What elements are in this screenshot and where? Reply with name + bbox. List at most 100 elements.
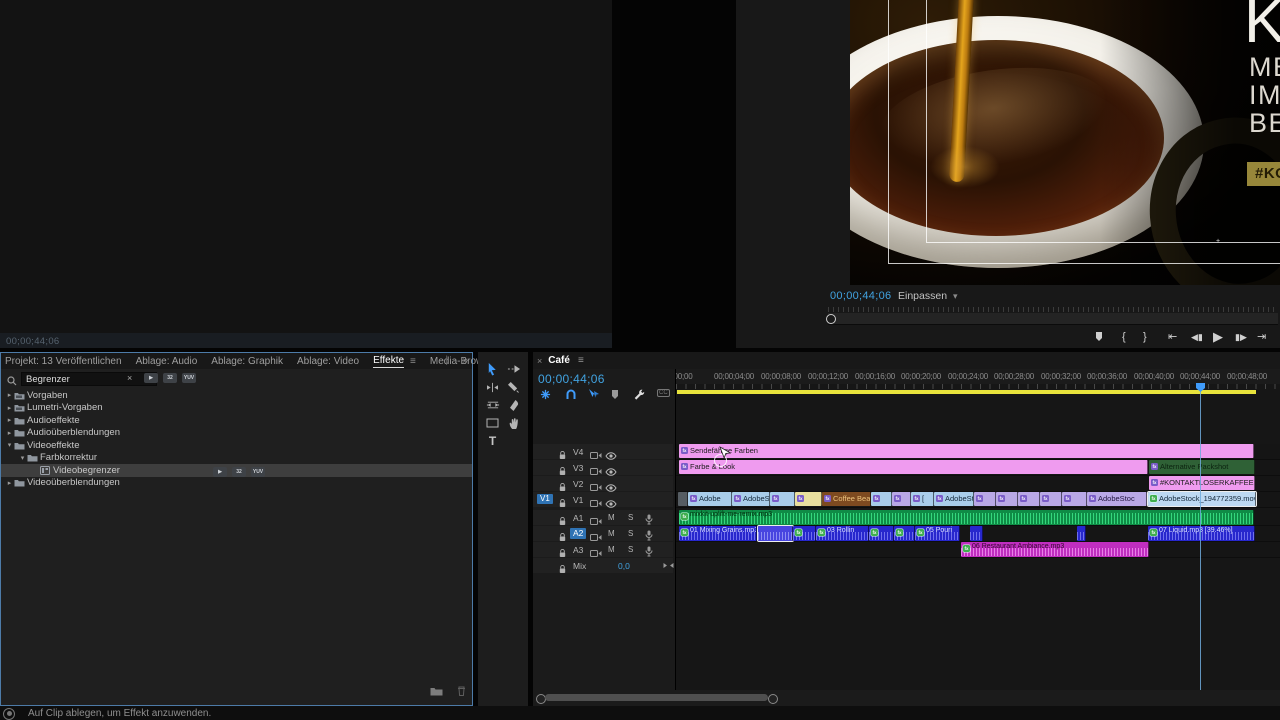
clip-v1[interactable]: fx: [795, 492, 822, 506]
clip-adobesto[interactable]: fxAdobeSto: [934, 492, 974, 506]
trash-icon[interactable]: [457, 683, 466, 700]
chevron-expanded-icon[interactable]: ▾: [5, 441, 14, 449]
clip-adobestoc[interactable]: fxAdobeStoc: [1087, 492, 1147, 506]
track-lock-icon[interactable]: [558, 561, 567, 579]
chevron-collapsed-icon[interactable]: ▸: [5, 416, 14, 424]
clip-v1[interactable]: fx: [871, 492, 892, 506]
razor-tool[interactable]: [503, 378, 524, 396]
playhead-line[interactable]: [1200, 390, 1201, 690]
clip-a2[interactable]: fx: [793, 526, 816, 541]
add-marker-icon[interactable]: [610, 387, 620, 405]
mute-button[interactable]: M: [608, 513, 615, 522]
clip-mixkit-uplift-me-remix-mp3[interactable]: fxmixkit-uplift-me-remix.mp3: [679, 510, 1254, 525]
clip-a2[interactable]: fx: [869, 526, 894, 541]
track-header-a3[interactable]: A3MS: [533, 542, 673, 557]
clip-03-rollin[interactable]: fx03 Rollin: [816, 526, 869, 541]
yuv-effects-badge[interactable]: YUV: [182, 373, 196, 383]
track-header-a1[interactable]: A1MS: [533, 510, 673, 525]
clip-a2[interactable]: [758, 526, 793, 541]
new-bin-icon[interactable]: [430, 683, 443, 700]
tab-effekte[interactable]: Effekte: [373, 355, 404, 368]
rectangle-tool[interactable]: [482, 414, 503, 432]
work-area-bar[interactable]: [677, 390, 1256, 394]
clip-wi[interactable]: Wi: [678, 492, 688, 506]
tab-ablage-video[interactable]: Ablage: Video: [297, 356, 359, 367]
selection-tool[interactable]: [482, 360, 503, 378]
timeline-panel-menu-icon[interactable]: ≡: [578, 355, 584, 366]
chevron-expanded-icon[interactable]: ▾: [18, 454, 27, 462]
track-header-v1[interactable]: V1V1: [533, 492, 673, 507]
timeline-settings-wrench-icon[interactable]: [633, 387, 645, 405]
program-timecode[interactable]: 00;00;44;06: [830, 290, 891, 302]
clip-06-restaurant-ambiance-mp3[interactable]: fx06 Restaurant Ambiance.mp3: [961, 542, 1149, 557]
clip-07-liquid-mp3-39-46[interactable]: fx07 Liquid.mp3 [39.46%]: [1148, 526, 1255, 541]
goto-in-button[interactable]: ⇤: [1168, 330, 1177, 344]
tree-item-vorgaben[interactable]: ▸Vorgaben: [1, 389, 472, 402]
close-icon[interactable]: ×: [537, 356, 542, 366]
track-header-v2[interactable]: V2: [533, 476, 673, 491]
solo-button[interactable]: S: [628, 545, 633, 554]
mute-button[interactable]: M: [608, 545, 615, 554]
effects-panel-menu-icon[interactable]: ≡: [410, 356, 416, 367]
search-clear-icon[interactable]: ×: [127, 373, 132, 383]
clip-v1[interactable]: fx: [770, 492, 795, 506]
timeline-timecode[interactable]: 00;00;44;06: [538, 372, 605, 386]
clip-kontaktloserkaffee[interactable]: fx#KONTAKTLOSERKAFFEE: [1149, 476, 1255, 490]
clip-v1[interactable]: fx: [1062, 492, 1087, 506]
source-patch-v1[interactable]: V1: [537, 494, 553, 504]
zoom-level-select[interactable]: Einpassen▾: [898, 290, 958, 302]
32bit-color-badge[interactable]: 32: [163, 373, 177, 383]
chevron-collapsed-icon[interactable]: ▸: [5, 404, 14, 412]
mute-button[interactable]: M: [608, 529, 615, 538]
search-input[interactable]: [21, 372, 157, 386]
tab-ablage-graphik[interactable]: Ablage: Graphik: [211, 356, 283, 367]
clip-a2[interactable]: [1077, 526, 1086, 541]
slip-tool[interactable]: [482, 396, 503, 414]
clip-farbe-look[interactable]: fxFarbe & Look: [679, 460, 1148, 474]
linked-selection-icon[interactable]: [588, 387, 600, 405]
snap-magnet-icon[interactable]: [565, 387, 577, 405]
tree-item-audio-berblendungen[interactable]: ▸Audioüberblendungen: [1, 427, 472, 440]
tab-ablage-audio[interactable]: Ablage: Audio: [136, 356, 198, 367]
clip-coffee-bea[interactable]: fxCoffee Bea: [822, 492, 871, 506]
tree-item-videobegrenzer[interactable]: Videobegrenzer▶32YUV: [1, 464, 472, 477]
clip-a2[interactable]: [970, 526, 983, 541]
scrollbar-thumb[interactable]: [545, 694, 768, 701]
mark-out-button[interactable]: }: [1143, 330, 1147, 344]
nest-toggle-icon[interactable]: [540, 387, 551, 405]
chevron-collapsed-icon[interactable]: ▸: [5, 429, 14, 437]
clip-a2[interactable]: fx: [894, 526, 915, 541]
tree-item-video-berblendungen[interactable]: ▸Videoüberblendungen: [1, 477, 472, 490]
program-scrubber[interactable]: [828, 313, 1278, 325]
play-button[interactable]: ▶: [1213, 330, 1223, 344]
tab-projekt-13-ver-ffentlichen[interactable]: Projekt: 13 Veröffentlichen: [5, 356, 122, 367]
step-forward-button[interactable]: ▮▶: [1235, 330, 1247, 344]
program-scrubber-handle[interactable]: [826, 314, 836, 324]
mix-gain-value[interactable]: 0,0: [618, 561, 630, 571]
track-header-mix[interactable]: Mix0,0: [533, 558, 673, 573]
clip-v1[interactable]: fx: [1018, 492, 1040, 506]
clip-01-mixing-grains-mp3[interactable]: fx01 Mixing Grains.mp3: [679, 526, 757, 541]
track-header-v3[interactable]: V3: [533, 460, 673, 475]
ripple-edit-tool[interactable]: [482, 378, 503, 396]
add-marker-button[interactable]: [1094, 331, 1104, 346]
scroll-zoom-handle-right[interactable]: [768, 694, 778, 704]
panel-overflow-icon[interactable]: »: [462, 355, 468, 366]
tree-item-lumetri-vorgaben[interactable]: ▸Lumetri-Vorgaben: [1, 402, 472, 415]
track-header-v4[interactable]: V4: [533, 444, 673, 459]
clip-v1[interactable]: fx: [974, 492, 996, 506]
type-tool[interactable]: T: [482, 432, 503, 450]
clip-alternative-packshot[interactable]: fxAlternative Packshot: [1149, 460, 1255, 474]
accelerated-effects-badge[interactable]: ▶: [144, 373, 158, 383]
mark-in-button[interactable]: {: [1122, 330, 1126, 344]
captions-icon[interactable]: CC: [657, 389, 670, 397]
tree-item-farbkorrektur[interactable]: ▾Farbkorrektur: [1, 452, 472, 465]
pen-tool[interactable]: [503, 396, 524, 414]
chevron-collapsed-icon[interactable]: ▸: [5, 391, 14, 399]
clip-adobesto[interactable]: fxAdobeSto: [732, 492, 770, 506]
clip-adobe[interactable]: fxAdobe: [688, 492, 732, 506]
tree-item-audioeffekte[interactable]: ▸Audioeffekte: [1, 414, 472, 427]
clip-adobestock-194772359-mov-20[interactable]: fxAdobeStock_194772359.mov [20: [1148, 492, 1256, 506]
solo-button[interactable]: S: [628, 513, 633, 522]
sequence-tab[interactable]: Café: [548, 355, 570, 366]
